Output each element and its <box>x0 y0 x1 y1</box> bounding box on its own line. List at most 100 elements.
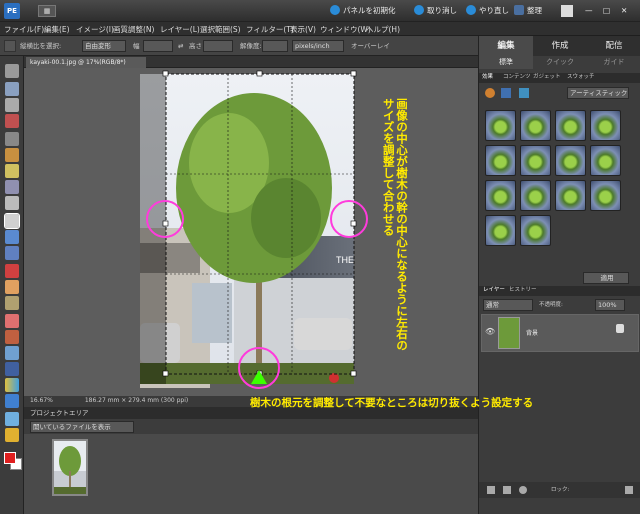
subtab-full[interactable]: 標準 <box>479 56 533 69</box>
crop-tool-icon[interactable] <box>4 213 20 229</box>
crop-handle[interactable] <box>350 220 357 227</box>
crop-handle[interactable] <box>350 370 357 377</box>
project-filter-select[interactable]: 開いているファイルを表示 <box>30 421 134 433</box>
menu-window[interactable]: ウィンドウ(W) <box>320 24 371 35</box>
menu-help[interactable]: ヘルプ(H) <box>366 24 400 35</box>
effect-thumbnail[interactable] <box>590 180 621 211</box>
paint-bucket-tool-icon[interactable] <box>5 362 19 376</box>
cookie-cutter-tool-icon[interactable] <box>5 230 19 244</box>
quick-selection-tool-icon[interactable] <box>5 180 19 194</box>
effect-thumbnail[interactable] <box>590 110 621 141</box>
effects-category-select[interactable]: アーティスティック <box>567 87 629 99</box>
tab-gadgets[interactable]: ガジェット <box>533 73 561 82</box>
effect-thumbnail[interactable] <box>555 180 586 211</box>
eye-icon[interactable]: 👁 <box>485 327 495 336</box>
menu-edit[interactable]: 編集(E) <box>44 24 70 35</box>
effect-thumbnail[interactable] <box>590 145 621 176</box>
hand-tool-icon[interactable] <box>5 98 19 112</box>
height-field[interactable] <box>203 40 233 52</box>
crop-handle[interactable] <box>350 70 357 77</box>
effect-thumbnail[interactable] <box>520 110 551 141</box>
filters-icon[interactable] <box>485 88 495 98</box>
eraser-tool-icon[interactable] <box>5 314 19 328</box>
brush-tool-icon[interactable] <box>5 346 19 360</box>
reset-panels-button[interactable]: パネルを初期化 <box>330 5 396 17</box>
document-tab[interactable]: kayaki-00.1.jpg @ 17%(RGB/8*) <box>26 57 146 68</box>
crop-handle[interactable] <box>162 220 169 227</box>
crop-handle[interactable] <box>162 370 169 377</box>
blur-tool-icon[interactable] <box>5 412 19 426</box>
effect-thumbnail[interactable] <box>520 145 551 176</box>
menu-layer[interactable]: レイヤー(L) <box>160 24 200 35</box>
tab-edit[interactable]: 編集 <box>479 36 533 56</box>
effect-thumbnail[interactable] <box>555 110 586 141</box>
trash-icon[interactable] <box>625 486 633 494</box>
apply-effect-button[interactable]: 適用 <box>583 272 629 284</box>
move-tool-icon[interactable] <box>5 64 19 78</box>
crop-tool-preset-icon[interactable] <box>4 40 16 52</box>
shape-tool-icon[interactable] <box>5 394 19 408</box>
minimize-button[interactable]: — <box>585 5 593 17</box>
clone-stamp-tool-icon[interactable] <box>5 296 19 310</box>
organize-button[interactable]: 整理 <box>514 5 542 17</box>
foreground-color-swatch[interactable] <box>4 452 16 464</box>
sponge-tool-icon[interactable] <box>5 428 19 442</box>
overlay-label[interactable]: オーバーレイ <box>351 40 390 52</box>
menu-enhance[interactable]: 画質調整(N) <box>113 24 154 35</box>
new-layer-icon[interactable] <box>487 486 495 494</box>
marquee-tool-icon[interactable] <box>5 132 19 146</box>
menu-file[interactable]: ファイル(F) <box>4 24 44 35</box>
red-eye-tool-icon[interactable] <box>5 264 19 278</box>
zoom-tool-icon[interactable] <box>5 82 19 96</box>
effect-thumbnail[interactable] <box>485 180 516 211</box>
tab-swatches[interactable]: スウォッチ <box>567 73 595 82</box>
home-icon[interactable] <box>561 5 573 17</box>
tab-share[interactable]: 配信 <box>587 36 640 56</box>
menu-image[interactable]: イメージ(I) <box>76 24 114 35</box>
gradient-tool-icon[interactable] <box>5 378 19 392</box>
styles-icon[interactable] <box>501 88 511 98</box>
swap-icon[interactable]: ⇄ <box>178 40 183 52</box>
type-tool-icon[interactable] <box>5 196 19 210</box>
layer-row[interactable]: 👁 背景 <box>481 314 639 352</box>
lasso-tool-icon[interactable] <box>5 148 19 162</box>
subtab-quick[interactable]: クイック <box>533 56 587 69</box>
resolution-unit-select[interactable]: pixels/inch <box>292 40 344 52</box>
effect-thumbnail[interactable] <box>485 145 516 176</box>
crop-handle[interactable] <box>162 70 169 77</box>
eyedropper-tool-icon[interactable] <box>5 114 19 128</box>
tab-history[interactable]: ヒストリー <box>509 286 537 295</box>
menu-select[interactable]: 選択範囲(S) <box>200 24 241 35</box>
adjustment-layer-icon[interactable] <box>519 486 527 494</box>
tab-effects[interactable]: 効果 <box>482 73 493 82</box>
menu-view[interactable]: 表示(V) <box>290 24 316 35</box>
magic-wand-tool-icon[interactable] <box>5 164 19 178</box>
view-menu-button[interactable]: ▦ <box>38 5 56 17</box>
menu-filter[interactable]: フィルター(T) <box>246 24 294 35</box>
tab-create[interactable]: 作成 <box>533 36 587 56</box>
redo-button[interactable]: やり直し <box>466 5 509 17</box>
effect-thumbnail[interactable] <box>520 180 551 211</box>
blend-mode-select[interactable]: 通常 <box>483 299 533 311</box>
effect-thumbnail[interactable] <box>555 145 586 176</box>
tab-layers[interactable]: レイヤー <box>483 286 505 295</box>
effect-thumbnail[interactable] <box>520 215 551 246</box>
maximize-button[interactable]: □ <box>603 5 610 17</box>
subtab-guided[interactable]: ガイド <box>587 56 640 69</box>
healing-brush-tool-icon[interactable] <box>5 280 19 294</box>
undo-button[interactable]: 取り消し <box>414 5 457 17</box>
canvas-area[interactable]: THE 画像の中心が樹木の幹の中心になるように左右のサイズを調整して合わせる <box>24 68 478 396</box>
resolution-field[interactable] <box>262 40 288 52</box>
opacity-field[interactable]: 100% <box>595 299 625 311</box>
effect-thumbnail[interactable] <box>485 110 516 141</box>
aspect-select[interactable]: 自由変形 <box>82 40 126 52</box>
straighten-tool-icon[interactable] <box>5 246 19 260</box>
tab-content[interactable]: コンテンツ <box>503 73 531 82</box>
document-thumbnail[interactable] <box>52 439 88 496</box>
photo-effects-icon[interactable] <box>519 88 529 98</box>
effect-thumbnail[interactable] <box>485 215 516 246</box>
close-button[interactable]: ✕ <box>621 5 627 17</box>
new-group-icon[interactable] <box>503 486 511 494</box>
width-field[interactable] <box>143 40 173 52</box>
crop-handle[interactable] <box>256 70 263 77</box>
